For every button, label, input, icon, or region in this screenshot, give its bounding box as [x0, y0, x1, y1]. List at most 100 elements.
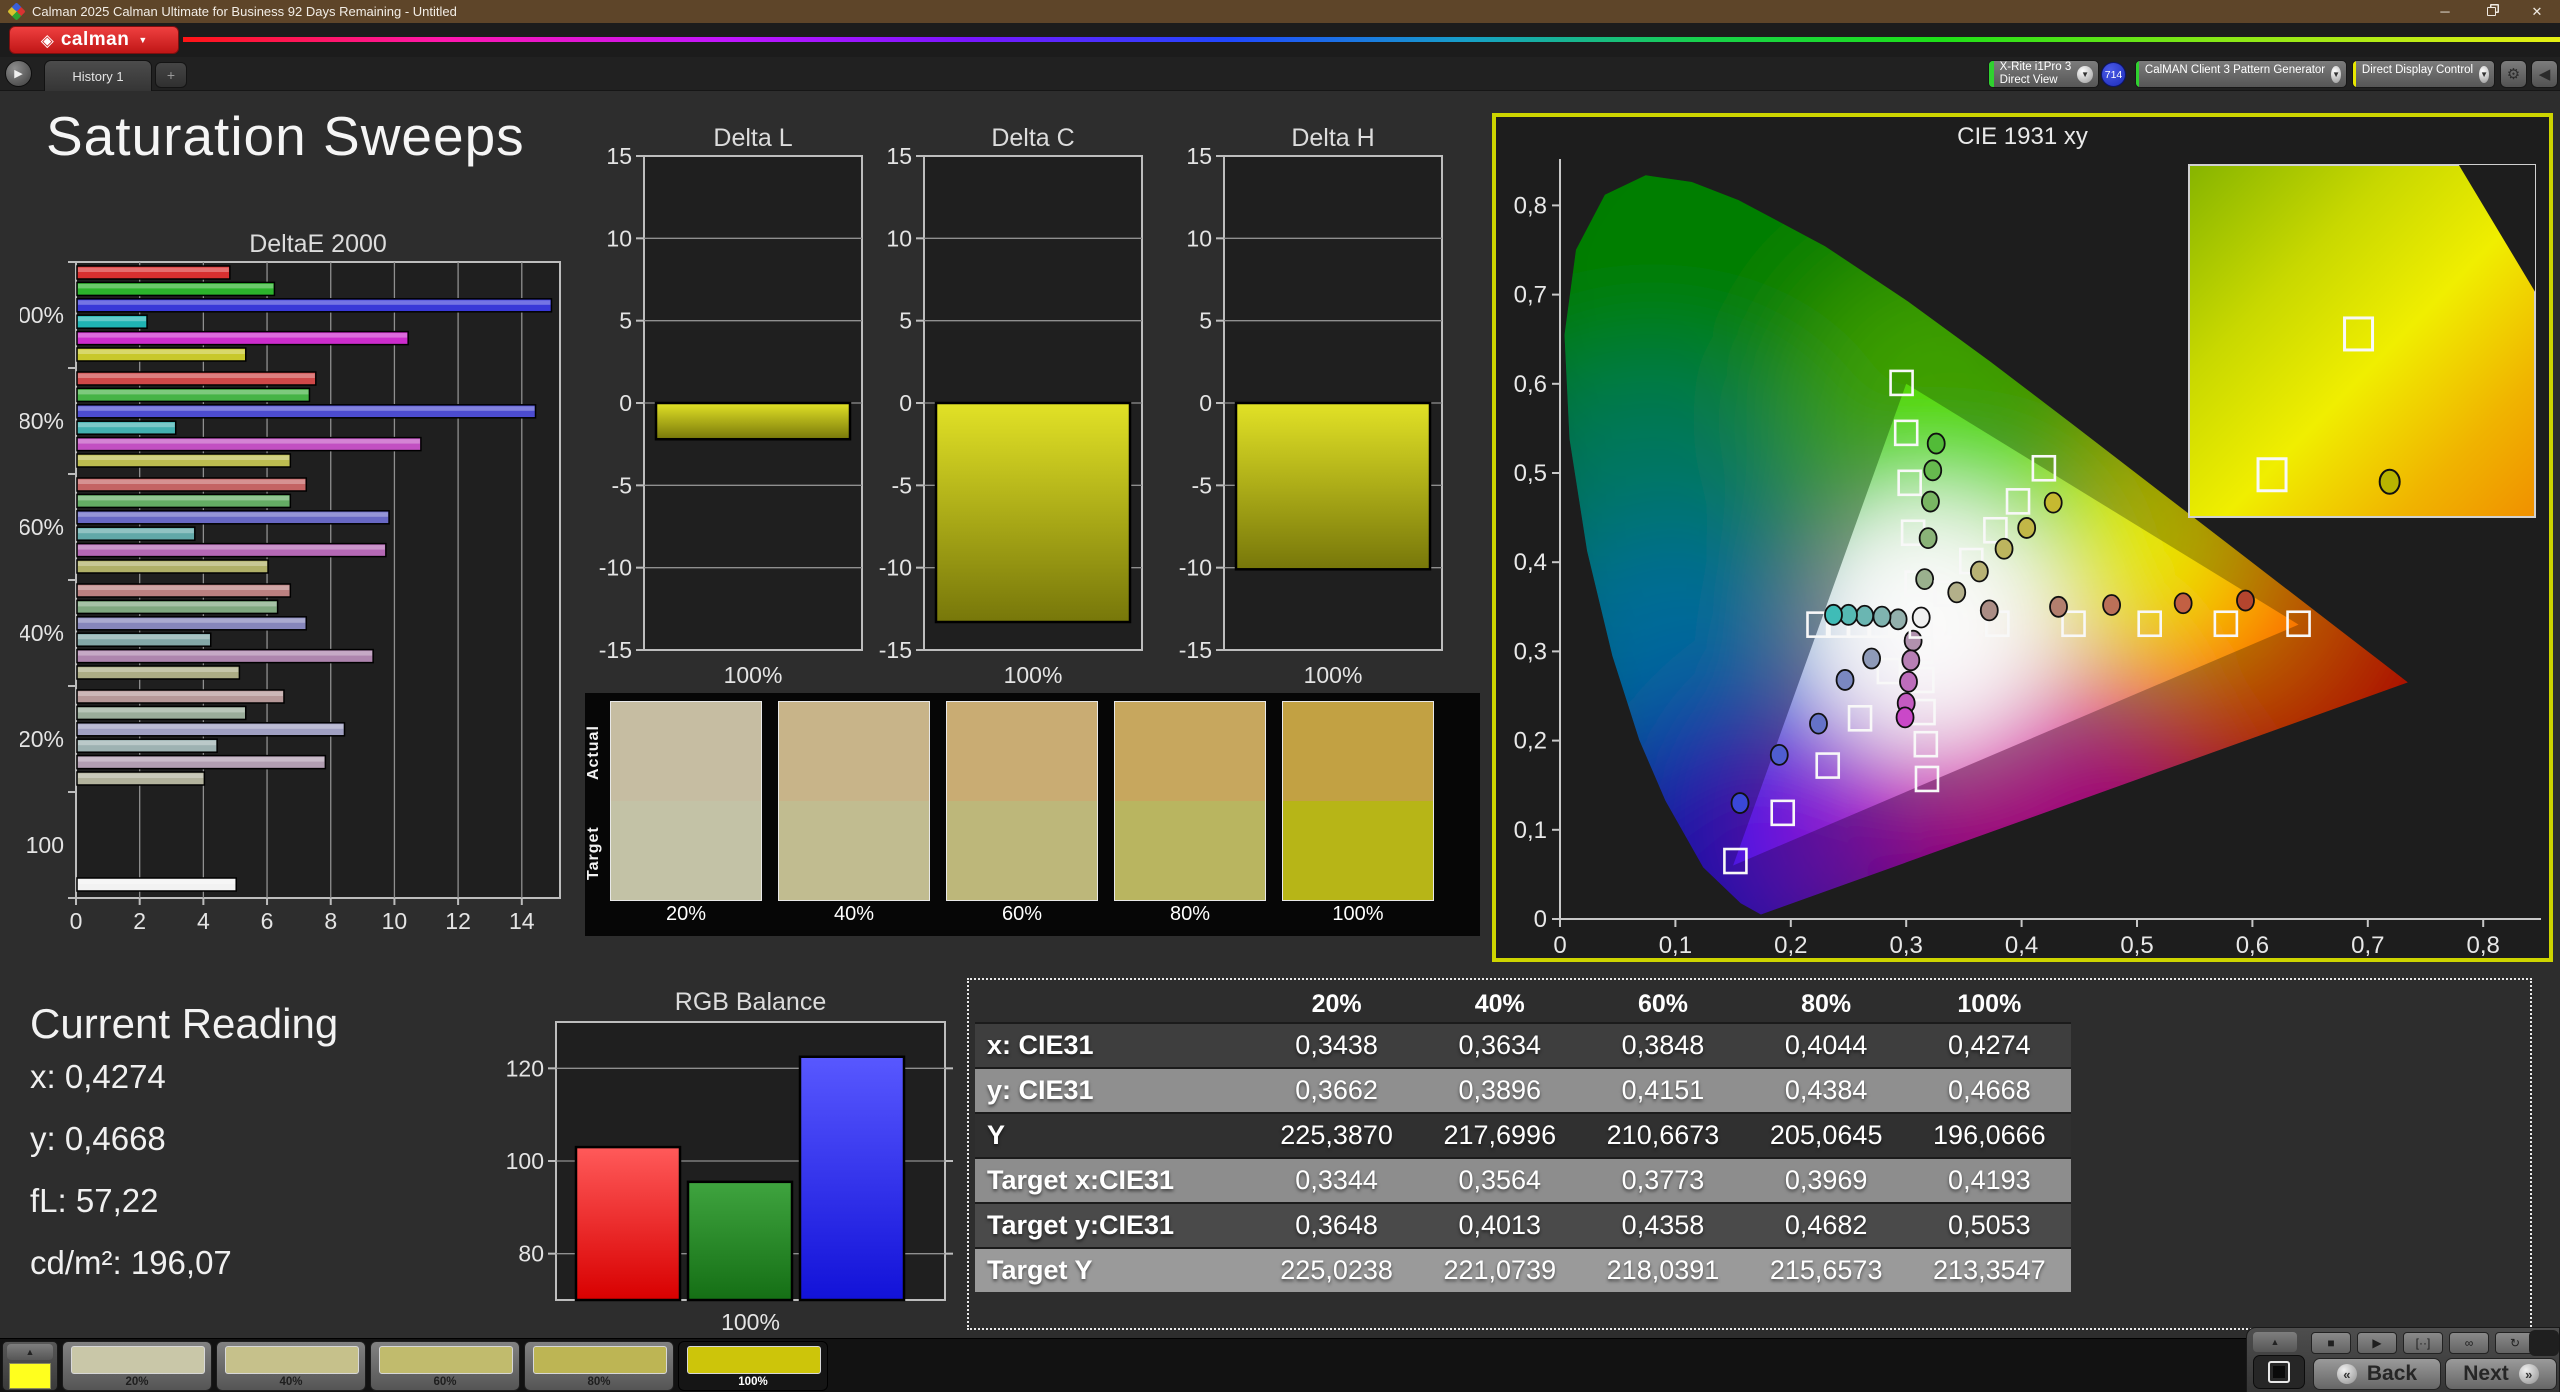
cie-chart-title: CIE 1931 xy	[1957, 123, 2088, 150]
row-label: y: CIE31	[987, 1075, 1094, 1105]
svg-text:-10: -10	[1179, 555, 1212, 581]
transport-stop-button[interactable]: ■	[2311, 1332, 2351, 1354]
pattern-generator-dropdown[interactable]: CalMAN Client 3 Pattern Generator ▼	[2135, 60, 2347, 88]
target-row-label: Target	[585, 826, 602, 880]
table-row[interactable]: Target y:CIE31 0,3648 0,4013 0,4358 0,4682 0,…	[975, 1202, 2071, 1247]
svg-text:12: 12	[445, 908, 471, 934]
table-column-header: 20%	[1311, 989, 1362, 1018]
app-icon	[7, 2, 26, 21]
swatch-label: 80%	[1169, 903, 1211, 925]
transport-play-button[interactable]: ▶	[2357, 1332, 2397, 1354]
delta-l-chart: Delta L 15 10 5 0 -5 -10 -15 100%	[598, 124, 870, 696]
chevron-down-icon: ▼	[2331, 65, 2341, 83]
pattern-button-80%[interactable]: 80%	[524, 1341, 674, 1391]
swatch-label: 40%	[833, 903, 875, 925]
actual-swatch	[1115, 702, 1265, 801]
expand-up-button[interactable]: ▲	[7, 1344, 53, 1360]
svg-text:100%: 100%	[724, 662, 783, 688]
table-row[interactable]: Target Y 225,0238 221,0739 218,0391 215,6573…	[975, 1247, 2071, 1292]
page-title: Saturation Sweeps	[46, 105, 525, 167]
stop-icon	[2268, 1361, 2290, 1383]
table-column-header: 40%	[1474, 989, 1525, 1018]
svg-text:10: 10	[382, 908, 408, 934]
pattern-button-40%[interactable]: 40%	[216, 1341, 366, 1391]
tab-history-1[interactable]: History 1	[44, 60, 152, 91]
svg-text:-10: -10	[879, 555, 912, 581]
transport-infinity-button[interactable]: ∞	[2449, 1332, 2489, 1354]
table-cell: 0,4682	[1784, 1210, 1868, 1240]
svg-text:10: 10	[1186, 225, 1212, 251]
calman-logo-text: calman	[60, 29, 130, 50]
meter-line2: Direct View	[1999, 74, 2058, 86]
svg-text:0,2: 0,2	[1774, 932, 1807, 958]
calman-logo-icon: ◈	[40, 30, 54, 50]
table-cell: 210,6673	[1606, 1120, 1720, 1150]
expand-up-button[interactable]: ▲	[2253, 1332, 2297, 1352]
pattern-label: 40%	[279, 1376, 303, 1388]
table-row[interactable]: x: CIE31 0,3438 0,3634 0,3848 0,4044 0,4274	[975, 1022, 2071, 1067]
meter-line1: X-Rite i1Pro 3	[1999, 60, 2072, 73]
table-column-header: 100%	[1957, 989, 2022, 1018]
svg-text:15: 15	[606, 143, 632, 169]
back-button[interactable]: « Back	[2313, 1358, 2441, 1390]
restore-button[interactable]	[2468, 0, 2514, 23]
calman-menu-button[interactable]: ◈ calman ▼	[9, 26, 179, 54]
table-cell: 0,3634	[1458, 1030, 1542, 1060]
reading-fl: fL: 57,22	[30, 1182, 159, 1219]
display-control-label: Direct Display Control	[2361, 64, 2474, 76]
collapse-panel-button[interactable]: ◀	[2531, 60, 2558, 88]
table-row[interactable]: Y 225,3870 217,6996 210,6673 205,0645 196,066…	[975, 1112, 2071, 1157]
stop-measure-button[interactable]	[2253, 1355, 2305, 1389]
next-button[interactable]: Next »	[2445, 1358, 2557, 1390]
minimize-button[interactable]: ─	[2422, 0, 2468, 23]
add-tab-button[interactable]: +	[155, 62, 187, 88]
table-cell: 0,4151	[1621, 1075, 1705, 1105]
pattern-button-60%[interactable]: 60%	[370, 1341, 520, 1391]
table-cell: 0,3438	[1295, 1030, 1378, 1060]
svg-text:0,8: 0,8	[2467, 932, 2500, 958]
svg-text:100%: 100%	[721, 1309, 780, 1335]
workflow-expand-button[interactable]: ▶	[5, 60, 32, 87]
svg-text:0,6: 0,6	[2236, 932, 2269, 958]
calman-app-window: Calman 2025 Calman Ultimate for Business…	[0, 0, 2560, 1392]
pattern-button-20%[interactable]: 20%	[62, 1341, 212, 1391]
settings-button[interactable]: ⚙	[2500, 60, 2527, 88]
play-icon: ▶	[14, 68, 23, 80]
table-row[interactable]: Target x:CIE31 0,3344 0,3564 0,3773 0,3969 0,…	[975, 1157, 2071, 1202]
svg-text:0,6: 0,6	[1514, 371, 1547, 398]
current-pattern-swatch[interactable]	[9, 1363, 51, 1389]
pattern-button-100%[interactable]: 100%	[678, 1341, 828, 1391]
chevron-double-left-icon: «	[2336, 1364, 2357, 1384]
target-swatch	[1283, 801, 1433, 900]
svg-text:0,2: 0,2	[1514, 728, 1547, 755]
cie-chart-plot: 0 0,1 0,2 0,3 0,4 0,5 0,6 0,7 0,8 0 0,1 0,2 0,3 0,4 0,…	[1498, 151, 2547, 959]
reading-y: y: 0,4668	[30, 1120, 166, 1157]
table-cell: 215,6573	[1769, 1255, 1883, 1285]
svg-text:-15: -15	[1179, 637, 1212, 663]
close-button[interactable]: ✕	[2514, 0, 2560, 23]
table-cell: 218,0391	[1606, 1255, 1720, 1285]
svg-text:5: 5	[899, 308, 912, 334]
display-control-dropdown[interactable]: Direct Display Control ▼	[2352, 60, 2495, 88]
meter-dropdown[interactable]: X-Rite i1Pro 3 Direct View ▼	[1988, 60, 2099, 88]
pattern-swatch	[225, 1346, 359, 1374]
svg-text:100: 100	[26, 832, 64, 858]
transport-loop-segment-button[interactable]: [··]	[2403, 1332, 2443, 1354]
table-column-header: 80%	[1801, 989, 1852, 1018]
table-row[interactable]: y: CIE31 0,3662 0,3896 0,4151 0,4384 0,4668	[975, 1067, 2071, 1112]
table-column-header: 60%	[1637, 989, 1688, 1018]
svg-text:0,5: 0,5	[2120, 932, 2153, 958]
chevron-down-icon: ▼	[2077, 65, 2093, 83]
pattern-window-preview[interactable]	[2529, 1330, 2559, 1356]
cie-1931-panel[interactable]: CIE 1931 xy 0 0,1 0,2 0,3 0,4 0,5 0,6 0,7 0,8 0 0,…	[1492, 113, 2553, 962]
svg-text:2: 2	[133, 908, 146, 934]
deltae2000-chart: DeltaE 2000 0 2 4 6 8 10 12 14 100% 80% 60% 40% 20% 10…	[5, 230, 576, 972]
svg-text:-10: -10	[599, 555, 632, 581]
meter-badge[interactable]: 714	[2101, 62, 2126, 87]
svg-text:20%: 20%	[20, 726, 64, 752]
svg-text:0: 0	[1553, 932, 1566, 958]
svg-text:0,3: 0,3	[1890, 932, 1923, 958]
svg-text:100%: 100%	[1004, 662, 1063, 688]
table-header-row: 20% 40% 60% 80% 100%	[975, 986, 2071, 1022]
actual-swatch	[779, 702, 929, 801]
